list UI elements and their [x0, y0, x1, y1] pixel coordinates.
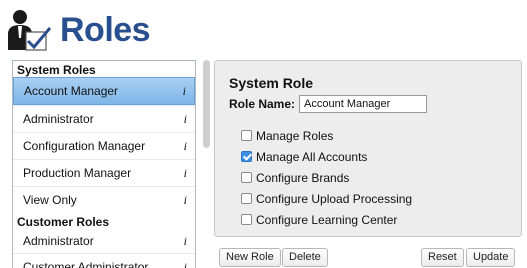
permission-configure-brands[interactable]: Configure Brands — [241, 167, 412, 188]
role-item-account-manager[interactable]: Account Manager i — [13, 77, 195, 105]
permission-label: Configure Brands — [256, 170, 350, 185]
info-icon[interactable]: i — [184, 133, 187, 159]
checkbox[interactable] — [241, 130, 252, 141]
role-item-customer-administrator[interactable]: Customer Administrator i — [13, 253, 195, 268]
user-check-icon — [6, 8, 52, 52]
permissions-list: Manage Roles Manage All Accounts Configu… — [241, 125, 412, 230]
update-button[interactable]: Update — [466, 248, 516, 267]
permission-label: Manage All Accounts — [256, 149, 368, 164]
role-item-label: Account Manager — [24, 84, 119, 98]
role-name-row: Role Name: — [229, 95, 428, 113]
info-icon[interactable]: i — [184, 229, 187, 253]
reset-button[interactable]: Reset — [421, 248, 464, 267]
info-icon[interactable]: i — [184, 187, 187, 213]
system-roles-header: System Roles — [17, 63, 96, 77]
role-item-production-manager[interactable]: Production Manager i — [13, 159, 195, 186]
info-icon[interactable]: i — [184, 254, 187, 268]
permission-label: Configure Upload Processing — [256, 191, 413, 206]
role-item-label: Administrator — [23, 234, 94, 248]
role-item-customer-admin[interactable]: Administrator i — [13, 229, 195, 253]
role-name-label: Role Name: — [229, 97, 296, 111]
permission-label: Manage Roles — [256, 128, 334, 143]
info-icon[interactable]: i — [184, 160, 187, 186]
permission-configure-upload-processing[interactable]: Configure Upload Processing — [241, 188, 412, 209]
checkbox[interactable] — [241, 214, 252, 225]
role-item-label: View Only — [23, 193, 77, 207]
page-header: Roles — [6, 8, 151, 52]
info-icon[interactable]: i — [184, 106, 187, 132]
role-details-panel: System Role Role Name: Manage Roles Mana… — [214, 60, 522, 237]
page-title: Roles — [60, 10, 151, 49]
panel-title: System Role — [229, 75, 314, 91]
permission-configure-learning-center[interactable]: Configure Learning Center — [241, 209, 412, 230]
checkbox[interactable] — [241, 172, 252, 183]
checkbox[interactable] — [241, 193, 252, 204]
list-scrollbar[interactable] — [203, 60, 210, 148]
role-item-label: Configuration Manager — [23, 139, 146, 153]
info-icon[interactable]: i — [183, 78, 186, 104]
permission-manage-all-accounts[interactable]: Manage All Accounts — [241, 146, 412, 167]
permission-manage-roles[interactable]: Manage Roles — [241, 125, 412, 146]
permission-label: Configure Learning Center — [256, 212, 398, 227]
role-item-administrator[interactable]: Administrator i — [13, 105, 195, 132]
role-name-input[interactable] — [299, 95, 428, 113]
role-item-label: Administrator — [23, 112, 94, 126]
role-item-label: Production Manager — [23, 166, 132, 180]
customer-roles-header: Customer Roles — [17, 215, 110, 229]
checkbox[interactable] — [241, 151, 252, 162]
new-role-button[interactable]: New Role — [219, 248, 281, 267]
role-item-view-only[interactable]: View Only i — [13, 186, 195, 213]
roles-list: System Roles Account Manager i Administr… — [12, 60, 196, 268]
delete-button[interactable]: Delete — [282, 248, 328, 267]
role-item-configuration-manager[interactable]: Configuration Manager i — [13, 132, 195, 159]
